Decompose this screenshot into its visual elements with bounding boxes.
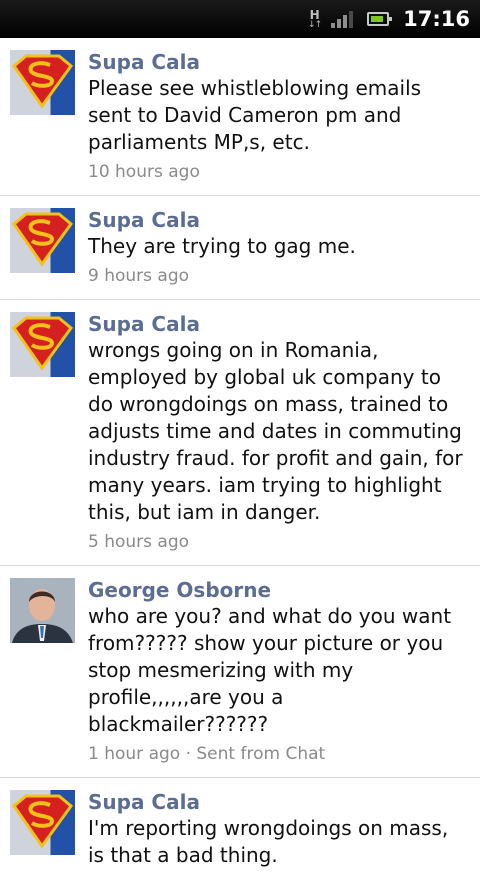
- message-item[interactable]: George Osborne who are you? and what do …: [0, 566, 480, 778]
- network-type-icon: H ↓↑: [308, 7, 322, 30]
- message-text: They are trying to gag me.: [88, 234, 356, 258]
- author-name[interactable]: George Osborne: [88, 578, 466, 602]
- battery-icon: [367, 12, 393, 26]
- message-item[interactable]: Supa Cala wrongs going on in Romania, em…: [0, 300, 480, 566]
- message-item[interactable]: Supa Cala I'm reporting wrongdoings on m…: [0, 778, 480, 881]
- person-photo-avatar[interactable]: [10, 578, 75, 643]
- message-text: Please see whistleblowing emails sent to…: [88, 76, 422, 154]
- superman-logo-avatar[interactable]: [10, 50, 75, 115]
- superman-shield-icon: [11, 794, 74, 849]
- status-bar: H ↓↑ 17:16: [0, 0, 480, 38]
- clock: 17:16: [403, 7, 470, 31]
- message-list[interactable]: Supa Cala Please see whistleblowing emai…: [0, 38, 480, 881]
- superman-logo-avatar[interactable]: [10, 790, 75, 855]
- message-timestamp: 9 hours ago: [88, 266, 190, 286]
- superman-logo-avatar[interactable]: [10, 312, 75, 377]
- person-photo-icon: [10, 578, 75, 643]
- signal-strength-icon: [331, 10, 354, 28]
- author-name[interactable]: Supa Cala: [88, 50, 466, 74]
- superman-shield-icon: [11, 316, 74, 371]
- message-item[interactable]: Supa Cala Please see whistleblowing emai…: [0, 38, 480, 196]
- superman-logo-avatar[interactable]: [10, 208, 75, 273]
- message-item[interactable]: Supa Cala They are trying to gag me. 9 h…: [0, 196, 480, 300]
- superman-shield-icon: [11, 212, 74, 267]
- message-text: who are you? and what do you want from??…: [88, 604, 452, 736]
- network-type-label: H: [309, 7, 320, 22]
- message-timestamp: 10 hours ago: [88, 162, 200, 182]
- message-timestamp: 1 hour ago · Sent from Chat: [88, 744, 326, 764]
- author-name[interactable]: Supa Cala: [88, 208, 466, 232]
- message-text: wrongs going on in Romania, employed by …: [88, 338, 463, 524]
- superman-shield-icon: [11, 54, 74, 109]
- message-timestamp: 5 hours ago: [88, 532, 190, 552]
- data-activity-icon: ↓↑: [308, 19, 322, 30]
- author-name[interactable]: Supa Cala: [88, 312, 466, 336]
- author-name[interactable]: Supa Cala: [88, 790, 466, 814]
- message-text: I'm reporting wrongdoings on mass, is th…: [88, 816, 449, 867]
